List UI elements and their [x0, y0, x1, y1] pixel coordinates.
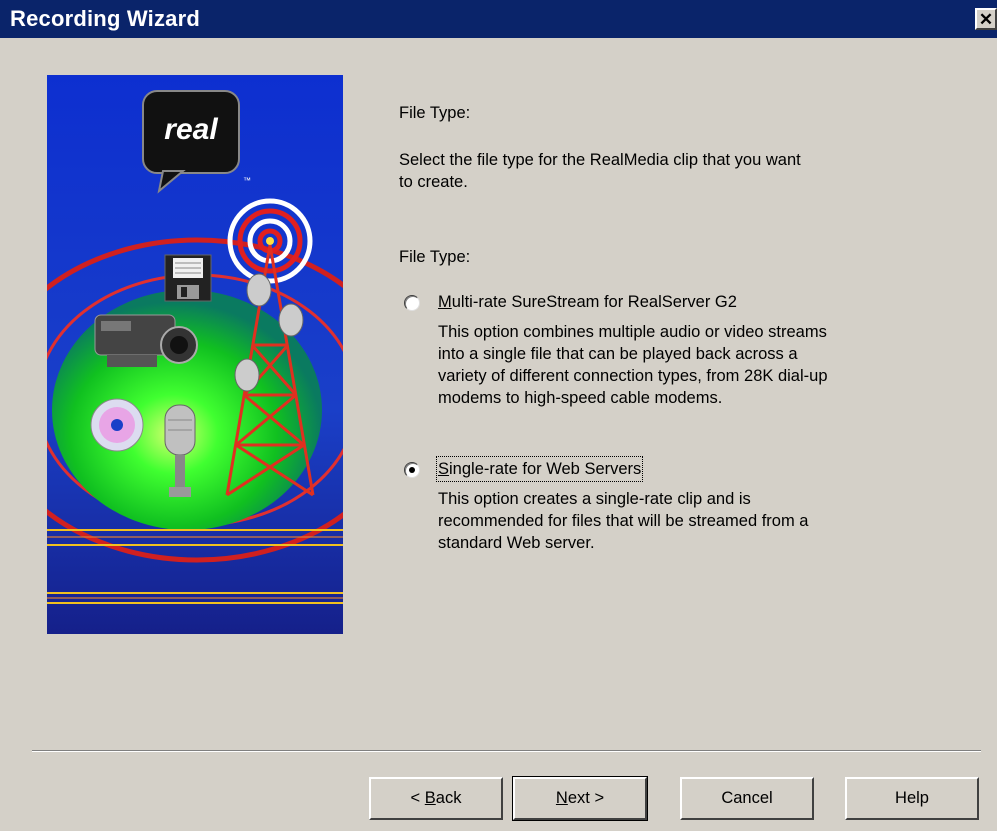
radio-multi-rate-surestream[interactable] — [404, 295, 420, 311]
page-description-line-2: to create. — [399, 173, 468, 191]
page-heading: File Type: — [399, 104, 471, 122]
next-button[interactable]: Next > — [512, 776, 648, 821]
help-button[interactable]: Help — [845, 777, 979, 820]
wizard-banner-image: real ™ — [47, 75, 343, 634]
svg-text:™: ™ — [243, 176, 251, 185]
option-single-rate-desc-3: standard Web server. — [438, 534, 595, 552]
svg-text:real: real — [164, 113, 218, 146]
floppy-disk-icon — [164, 254, 212, 302]
option-single-rate-label[interactable]: Single-rate for Web Servers — [435, 456, 644, 482]
option-multi-rate-desc-4: modems to high-speed cable modems. — [438, 389, 723, 407]
option-multi-rate-desc-2: into a single file that can be played ba… — [438, 345, 798, 363]
cd-icon — [90, 398, 144, 452]
button-separator — [32, 750, 981, 752]
close-icon: ✕ — [978, 9, 994, 29]
file-type-group-label: File Type: — [399, 248, 471, 266]
option-multi-rate-label[interactable]: Multi-rate SureStream for RealServer G2 — [438, 291, 737, 313]
close-button[interactable]: ✕ — [975, 8, 997, 30]
radio-selected-dot — [409, 467, 415, 473]
option-single-rate-desc-2: recommended for files that will be strea… — [438, 512, 809, 530]
option-single-rate-desc-1: This option creates a single-rate clip a… — [438, 490, 751, 508]
title-bar: Recording Wizard ✕ — [0, 0, 997, 38]
page-description-line-1: Select the file type for the RealMedia c… — [399, 151, 801, 169]
option-multi-rate-desc-1: This option combines multiple audio or v… — [438, 323, 827, 341]
option-multi-rate-desc-3: variety of different connection types, f… — [438, 367, 828, 385]
cancel-button[interactable]: Cancel — [680, 777, 814, 820]
window-title: Recording Wizard — [10, 6, 201, 31]
radio-single-rate-web-servers[interactable] — [404, 462, 420, 478]
back-button[interactable]: < Back — [369, 777, 503, 820]
